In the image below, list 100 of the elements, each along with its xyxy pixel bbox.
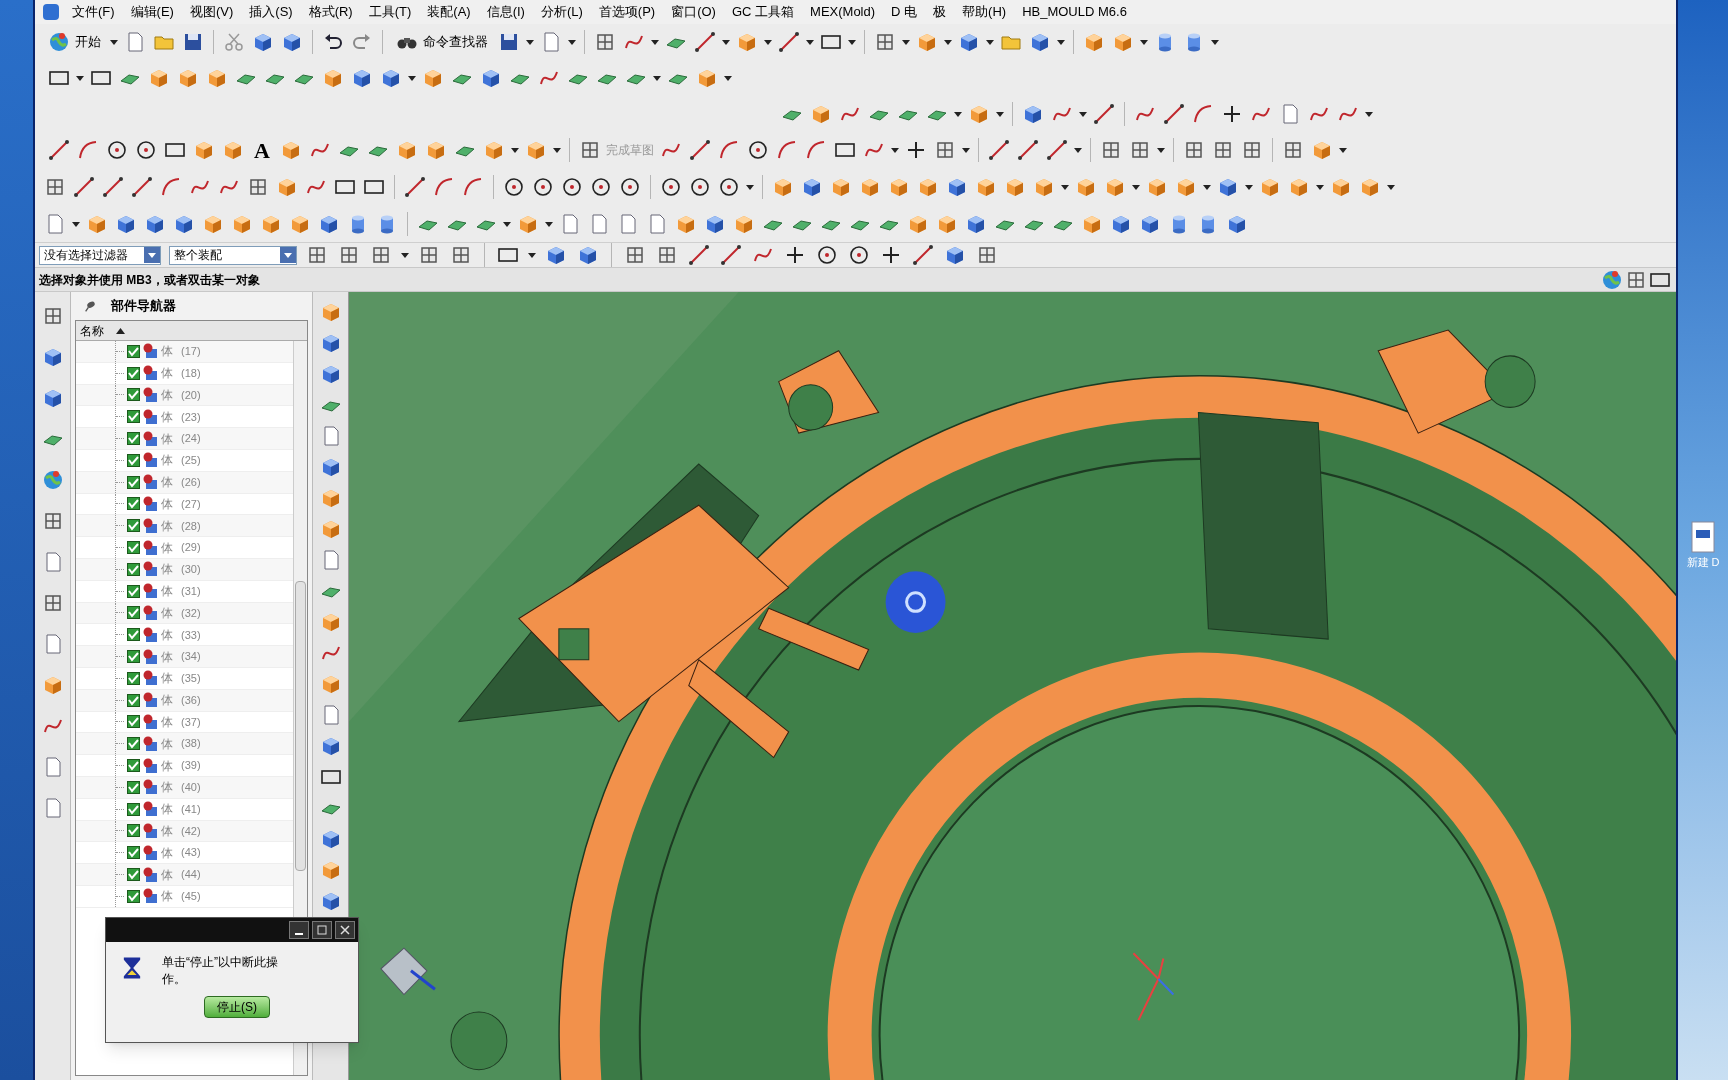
- circle-icon[interactable]: [688, 175, 712, 199]
- menu-item[interactable]: 文件(F): [65, 2, 122, 22]
- menu-item[interactable]: MEX(Mold): [803, 2, 883, 22]
- text-tool-button[interactable]: A: [250, 133, 274, 167]
- menu-item[interactable]: D 电: [884, 2, 925, 22]
- selection-filter-dropdown[interactable]: 没有选择过滤器: [39, 245, 161, 265]
- menu-item[interactable]: 工具(T): [361, 2, 419, 22]
- tree-row[interactable]: 体 (31): [76, 580, 293, 603]
- circle-icon[interactable]: [618, 175, 642, 199]
- line-icon[interactable]: [47, 138, 71, 162]
- checkbox[interactable]: [127, 388, 140, 402]
- dropdown-caret-icon[interactable]: [1211, 38, 1219, 46]
- dropdown-caret-icon[interactable]: [986, 38, 994, 46]
- tree-row[interactable]: 体 (28): [76, 515, 293, 538]
- dropdown-caret-icon[interactable]: [1245, 183, 1253, 191]
- line-icon[interactable]: [101, 175, 125, 199]
- circle-icon[interactable]: [531, 175, 555, 199]
- tree-row[interactable]: 体 (38): [76, 733, 293, 756]
- tree-row[interactable]: 体 (17): [76, 341, 293, 363]
- tree-row[interactable]: 体 (36): [76, 689, 293, 712]
- dropdown-caret-icon[interactable]: [1073, 146, 1082, 154]
- checkbox[interactable]: [127, 497, 140, 511]
- checkbox[interactable]: [127, 693, 140, 707]
- checkbox[interactable]: [127, 780, 140, 794]
- tree-row[interactable]: 体 (41): [76, 798, 293, 821]
- line-icon[interactable]: [719, 243, 743, 267]
- dropdown-caret-icon[interactable]: [746, 183, 754, 191]
- menu-item[interactable]: 帮助(H): [955, 2, 1014, 22]
- circle-icon[interactable]: [105, 138, 129, 162]
- menu-item[interactable]: 装配(A): [420, 2, 478, 22]
- dropdown-caret-icon[interactable]: [510, 146, 519, 154]
- line-icon[interactable]: [777, 30, 801, 54]
- checkbox[interactable]: [127, 541, 140, 555]
- dropdown-caret-icon[interactable]: [806, 38, 814, 46]
- menu-item[interactable]: 视图(V): [182, 2, 241, 22]
- line-icon[interactable]: [1044, 138, 1069, 162]
- menu-item[interactable]: 极: [926, 2, 954, 22]
- dropdown-caret-icon[interactable]: [890, 146, 899, 154]
- circle-icon[interactable]: [847, 243, 871, 267]
- tree-row[interactable]: 体 (37): [76, 711, 293, 734]
- dropdown-caret-icon[interactable]: [961, 146, 970, 154]
- tree-row[interactable]: 体 (42): [76, 820, 293, 843]
- menu-item[interactable]: 信息(I): [479, 2, 532, 22]
- sort-arrow-icon[interactable]: [116, 327, 125, 334]
- menu-item[interactable]: 编辑(E): [123, 2, 181, 22]
- dropdown-caret-icon[interactable]: [1203, 183, 1211, 191]
- checkbox[interactable]: [127, 606, 140, 620]
- circle-icon[interactable]: [589, 175, 613, 199]
- line-icon[interactable]: [72, 175, 96, 199]
- checkbox[interactable]: [127, 802, 140, 816]
- circle-icon[interactable]: [560, 175, 584, 199]
- checkbox[interactable]: [127, 584, 140, 598]
- globe-icon[interactable]: [47, 30, 71, 54]
- dropdown-caret-icon[interactable]: [552, 146, 561, 154]
- line-icon[interactable]: [403, 175, 427, 199]
- dropdown-caret-icon[interactable]: [1387, 183, 1395, 191]
- start-button[interactable]: 开始: [43, 28, 105, 56]
- checkbox[interactable]: [127, 410, 140, 424]
- line-icon[interactable]: [130, 175, 154, 199]
- checkbox[interactable]: [127, 650, 140, 664]
- dropdown-caret-icon[interactable]: [651, 38, 659, 46]
- menu-item[interactable]: 插入(S): [242, 2, 300, 22]
- dropdown-caret-icon[interactable]: [1061, 183, 1069, 191]
- dropdown-caret-icon[interactable]: [724, 74, 732, 82]
- document-icon[interactable]: [1688, 520, 1718, 554]
- maximize-button[interactable]: [312, 921, 332, 939]
- tree-row[interactable]: 体 (30): [76, 558, 293, 581]
- command-finder-button[interactable]: 命令查找器: [391, 28, 492, 56]
- dropdown-caret-icon[interactable]: [954, 110, 962, 118]
- checkbox[interactable]: [127, 715, 140, 729]
- dropdown-caret-icon[interactable]: [722, 38, 730, 46]
- dropdown-caret-icon[interactable]: [764, 38, 772, 46]
- dropdown-caret-icon[interactable]: [503, 220, 511, 228]
- checkbox[interactable]: [127, 671, 140, 685]
- menu-item[interactable]: 首选项(P): [591, 2, 663, 22]
- checkbox[interactable]: [127, 453, 140, 467]
- tree-row[interactable]: 体 (25): [76, 450, 293, 472]
- tree-row[interactable]: 体 (23): [76, 406, 293, 429]
- tree-row[interactable]: 体 (27): [76, 493, 293, 516]
- checkbox[interactable]: [127, 344, 140, 358]
- tree-row[interactable]: 体 (44): [76, 864, 293, 886]
- line-icon[interactable]: [911, 243, 935, 267]
- stop-button[interactable]: 停止(S): [204, 996, 270, 1018]
- checkbox[interactable]: [127, 868, 140, 881]
- circle-icon[interactable]: [815, 243, 839, 267]
- dropdown-caret-icon[interactable]: [1338, 146, 1347, 154]
- dropdown-caret-icon[interactable]: [401, 251, 409, 259]
- line-icon[interactable]: [986, 138, 1011, 162]
- dropdown-caret-icon[interactable]: [848, 38, 856, 46]
- tree-row[interactable]: 体 (29): [76, 537, 293, 559]
- checkbox[interactable]: [127, 889, 140, 903]
- menu-item[interactable]: 窗口(O): [664, 2, 723, 22]
- dropdown-caret-icon[interactable]: [408, 74, 416, 82]
- dropdown-caret-icon[interactable]: [76, 74, 84, 82]
- line-icon[interactable]: [687, 138, 712, 162]
- dropdown-caret-icon[interactable]: [110, 38, 118, 46]
- line-icon[interactable]: [1162, 102, 1186, 126]
- circle-icon[interactable]: [502, 175, 526, 199]
- dropdown-caret-icon[interactable]: [996, 110, 1004, 118]
- dropdown-caret-icon[interactable]: [944, 38, 952, 46]
